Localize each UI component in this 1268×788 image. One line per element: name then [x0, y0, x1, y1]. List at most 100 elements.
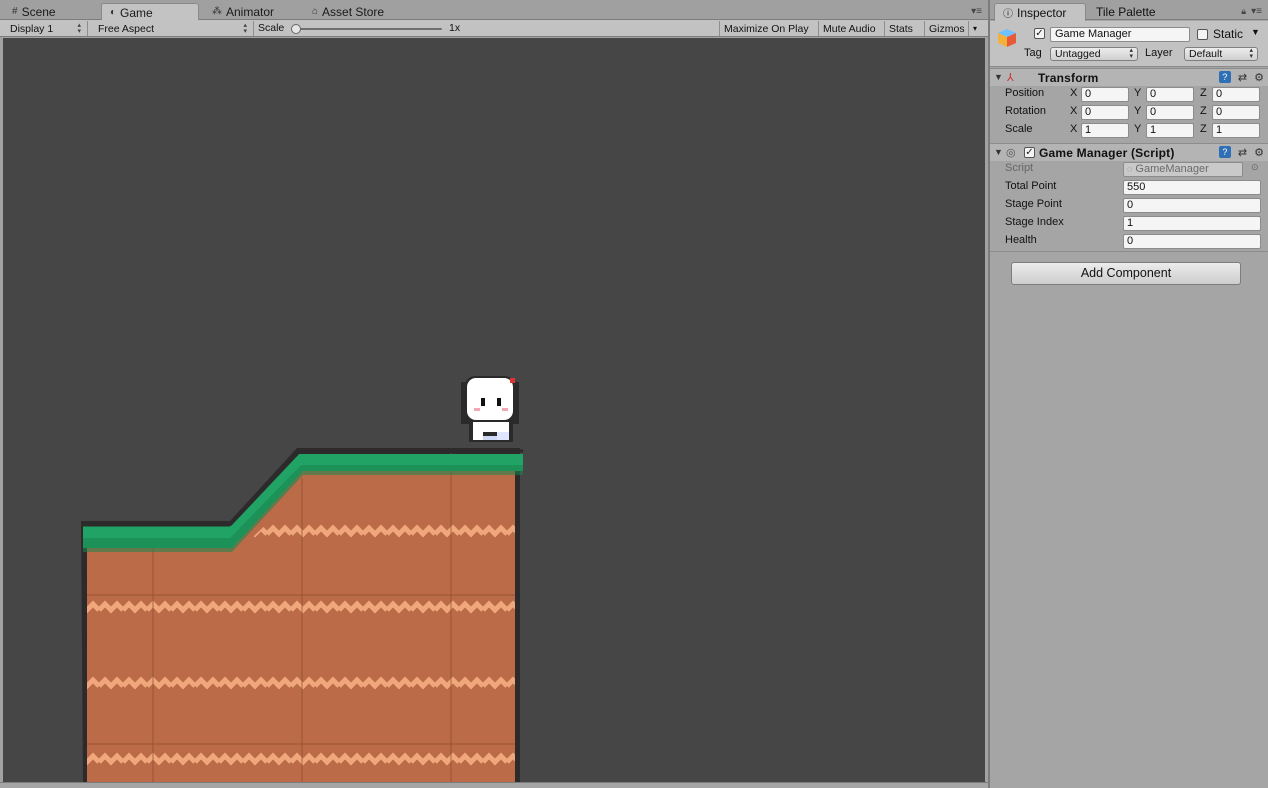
static-label: Static — [1213, 27, 1244, 41]
store-icon: ⌂ — [312, 6, 319, 17]
mute-audio-toggle[interactable]: Mute Audio — [818, 21, 880, 36]
scale-slider-thumb[interactable] — [291, 24, 301, 34]
lock-icon[interactable]: 🔒︎ — [1241, 6, 1246, 17]
position-x-field[interactable]: 0 — [1081, 87, 1129, 102]
stage-point-field[interactable]: 0 — [1123, 198, 1261, 213]
stage-index-label: Stage Index — [1005, 216, 1064, 228]
scale-y-value: 1 — [1150, 124, 1157, 136]
animator-icon: ⁂ — [212, 6, 222, 17]
player-character — [461, 376, 519, 442]
scale-label: Scale — [1005, 123, 1033, 135]
position-x-value: 0 — [1085, 88, 1092, 100]
stage-index-field[interactable]: 1 — [1123, 216, 1261, 231]
scale-z-field[interactable]: 1 — [1212, 123, 1260, 138]
script-label: Script — [1005, 162, 1034, 174]
game-viewport[interactable] — [3, 38, 985, 782]
info-icon: ⓘ — [1003, 9, 1013, 20]
tab-inspector[interactable]: ⓘ Inspector — [994, 3, 1086, 21]
display-value: Display 1 — [10, 22, 54, 35]
pane-menu-icon[interactable]: ▾≡ — [971, 6, 982, 17]
preset-icon[interactable]: ⇄ — [1238, 146, 1247, 159]
active-checkbox[interactable]: ✓ — [1034, 28, 1045, 39]
gizmos-dropdown-arrow-icon[interactable]: ▾ — [968, 21, 981, 36]
tab-game[interactable]: ◐ Game — [101, 3, 199, 21]
component-icons: ? ⇄ ⚙ — [1218, 146, 1264, 159]
pacman-icon: ◐ — [110, 7, 117, 18]
layer-dropdown[interactable]: Default ▴ ▾ — [1184, 47, 1258, 61]
health-field[interactable]: 0 — [1123, 234, 1261, 249]
rotation-x-value: 0 — [1085, 106, 1092, 118]
scale-value: 1x — [449, 22, 461, 34]
axis-y-label: Y — [1134, 87, 1142, 99]
inspector-panel: ⓘ Inspector Tile Palette 🔒︎ ▾≡ ✓ Game Ma… — [990, 0, 1268, 788]
transform-header[interactable]: ▼ ⅄ Transform ? ⇄ ⚙ — [990, 68, 1268, 86]
stage-point-label: Stage Point — [1005, 198, 1062, 210]
maximize-on-play-toggle[interactable]: Maximize On Play — [719, 21, 813, 36]
rotation-y-field[interactable]: 0 — [1146, 105, 1194, 120]
scale-z-value: 1 — [1216, 124, 1223, 136]
static-dropdown-icon[interactable]: ▼ — [1251, 27, 1260, 37]
script-file-icon: ◎ — [1006, 147, 1016, 159]
component-separator — [990, 251, 1268, 252]
updown-arrows-icon: ▴ ▾ — [77, 21, 81, 35]
rotation-x-field[interactable]: 0 — [1081, 105, 1129, 120]
tab-scene[interactable]: # Scene — [4, 3, 64, 20]
foldout-arrow-icon[interactable]: ▼ — [994, 72, 1003, 82]
position-z-value: 0 — [1216, 88, 1223, 100]
axis-z-label: Z — [1200, 87, 1207, 99]
object-name-value: Game Manager — [1055, 28, 1132, 40]
bottom-status-strip — [0, 782, 988, 788]
scale-x-value: 1 — [1085, 124, 1092, 136]
foldout-arrow-icon[interactable]: ▼ — [994, 147, 1003, 157]
script-reference-value: GameManager — [1135, 163, 1209, 175]
static-checkbox[interactable] — [1197, 29, 1208, 40]
tab-asset-store[interactable]: ⌂ Asset Store — [304, 3, 392, 20]
scale-y-field[interactable]: 1 — [1146, 123, 1194, 138]
axis-y-label: Y — [1134, 123, 1142, 135]
tab-tile-palette[interactable]: Tile Palette — [1088, 3, 1164, 20]
maximize-on-play-label: Maximize On Play — [724, 22, 809, 35]
gizmos-toggle[interactable]: Gizmos — [924, 21, 969, 36]
rotation-z-field[interactable]: 0 — [1212, 105, 1260, 120]
axis-x-label: X — [1070, 87, 1078, 99]
updown-arrows-icon: ▴ ▾ — [1249, 47, 1253, 60]
position-z-field[interactable]: 0 — [1212, 87, 1260, 102]
aspect-value: Free Aspect — [98, 22, 155, 35]
tab-label: Game — [120, 5, 153, 20]
object-picker-icon: ⊙ — [1251, 162, 1259, 172]
game-scene — [81, 376, 523, 782]
help-icon[interactable]: ? — [1218, 71, 1231, 83]
tab-animator[interactable]: ⁂ Animator — [204, 3, 282, 20]
display-dropdown[interactable]: Display 1 ▴ ▾ — [4, 21, 88, 36]
gizmos-label: Gizmos — [929, 22, 965, 35]
position-y-field[interactable]: 0 — [1146, 87, 1194, 102]
preset-icon[interactable]: ⇄ — [1238, 71, 1247, 84]
game-panel: # Scene ◐ Game ⁂ Animator ⌂ Asset Store … — [0, 0, 988, 788]
stats-toggle[interactable]: Stats — [884, 21, 917, 36]
add-component-button[interactable]: Add Component — [1011, 262, 1241, 285]
axis-x-label: X — [1070, 123, 1078, 135]
component-enabled-checkbox[interactable]: ✓ — [1024, 147, 1035, 158]
scale-x-field[interactable]: 1 — [1081, 123, 1129, 138]
grid-icon: # — [12, 6, 18, 17]
tag-value: Untagged — [1055, 48, 1101, 60]
game-toolbar: Display 1 ▴ ▾ Free Aspect ▴ ▾ Scale 1x Max… — [0, 20, 988, 37]
updown-arrows-icon: ▴ ▾ — [243, 21, 247, 35]
updown-arrows-icon: ▴ ▾ — [1129, 47, 1133, 60]
settings-gear-icon[interactable]: ⚙ — [1254, 146, 1264, 159]
object-name-field[interactable]: Game Manager — [1050, 27, 1190, 42]
tag-dropdown[interactable]: Untagged ▴ ▾ — [1050, 47, 1138, 61]
settings-gear-icon[interactable]: ⚙ — [1254, 71, 1264, 84]
scale-slider-track[interactable] — [296, 28, 442, 30]
script-component-header[interactable]: ▼ ◎ ✓ Game Manager (Script) ? ⇄ ⚙ — [990, 143, 1268, 161]
script-component-title: Game Manager (Script) — [1039, 146, 1175, 160]
tag-label: Tag — [1024, 47, 1042, 59]
help-icon[interactable]: ? — [1218, 146, 1231, 158]
scale-label: Scale — [258, 22, 285, 34]
total-point-field[interactable]: 550 — [1123, 180, 1261, 195]
pane-menu-icon[interactable]: ▾≡ — [1251, 6, 1262, 17]
health-value: 0 — [1127, 235, 1134, 247]
aspect-dropdown[interactable]: Free Aspect ▴ ▾ — [92, 21, 254, 36]
axis-z-label: Z — [1200, 123, 1207, 135]
rotation-z-value: 0 — [1216, 106, 1223, 118]
